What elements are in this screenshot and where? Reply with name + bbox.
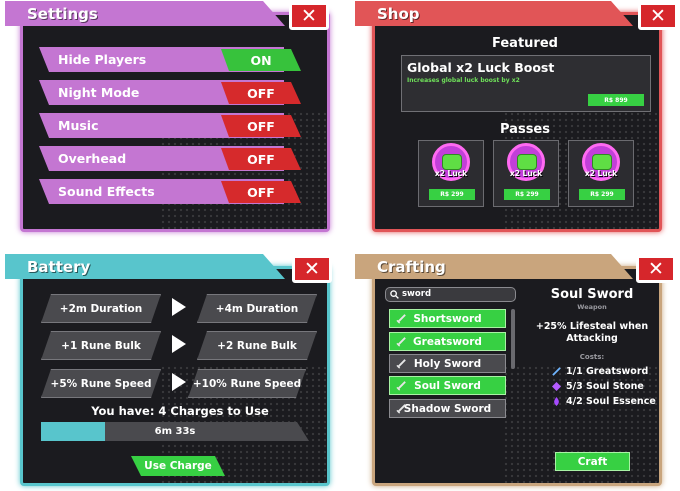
cost-row: 5/3 Soul Stone [552,381,644,392]
battery-title: Battery [27,257,91,276]
craft-button[interactable]: Craft [555,452,630,471]
cost-row: 1/1 Greatsword [552,366,648,377]
pass-name: x2 Luck [584,169,618,178]
crafting-search-box[interactable]: sword [385,287,516,302]
crafting-close-button[interactable]: ✕ [636,255,676,283]
upgrade-current: +5% Rune Speed [41,369,161,398]
upgrade-current: +1 Rune Bulk [41,331,161,360]
pass-card[interactable]: x2 Luck R$ 299 [568,140,634,207]
pass-buy-button[interactable]: R$ 299 [579,189,625,200]
sword-icon [396,337,406,347]
shop-title-bar: Shop [355,1,633,26]
settings-title: Settings [27,4,98,23]
charge-timer-text: 6m 33s [154,426,196,437]
pass-card[interactable]: x2 Luck R$ 299 [418,140,484,207]
pass-buy-button[interactable]: R$ 299 [504,189,550,200]
close-icon: ✕ [650,5,666,27]
settings-close-button[interactable]: ✕ [289,2,329,30]
crafting-list-scrollbar[interactable] [511,309,515,369]
arrow-right-icon [172,298,186,316]
pass-buy-button[interactable]: R$ 299 [429,189,475,200]
hide-players-toggle[interactable]: ON [221,49,301,71]
passes-heading: Passes [500,122,550,137]
featured-description: Increases global luck boost by x2 [407,77,520,84]
craft-item[interactable]: Greatsword [389,332,506,351]
charges-text: You have: 4 Charges to Use [91,404,269,418]
costs-label: Costs: [579,353,605,361]
search-icon [390,290,399,299]
featured-card[interactable]: Global x2 Luck Boost Increases global lu… [401,55,651,112]
craft-item[interactable]: Shadow Sword [389,399,506,418]
upgrade-current: +2m Duration [41,294,161,323]
craft-item[interactable]: Shortsword [389,309,506,328]
setting-label: Night Mode [58,85,140,100]
selected-item-description: +25% Lifesteal when Attacking [535,321,649,344]
sword-icon [396,381,406,391]
sword-icon [552,367,561,376]
sword-icon [396,314,406,324]
sword-icon [396,404,406,414]
craft-item[interactable]: Soul Sword [389,376,506,395]
close-icon: ✕ [304,258,320,280]
pass-card[interactable]: x2 Luck R$ 299 [493,140,559,207]
arrow-right-icon [172,373,186,391]
close-icon: ✕ [301,5,317,27]
page: { "colors": { "settings_accent": "#c476d… [0,0,680,491]
battery-close-button[interactable]: ✕ [292,255,332,283]
featured-buy-button[interactable]: R$ 899 [588,94,644,106]
cost-row: 4/2 Soul Essence [552,396,656,407]
crafting-search-input[interactable]: sword [402,289,431,299]
soul-stone-icon [552,382,561,391]
sword-icon [396,359,406,369]
featured-name: Global x2 Luck Boost [407,60,555,75]
upgrade-next: +4m Duration [197,294,317,323]
craft-item[interactable]: Holy Sword [389,354,506,373]
night-mode-toggle[interactable]: OFF [221,82,301,104]
soul-essence-icon [554,397,559,406]
selected-item-name: Soul Sword [550,287,634,302]
charge-timer-bar: 6m 33s [41,422,309,441]
battery-title-bar: Battery [5,254,285,279]
shop-title: Shop [377,4,420,23]
setting-label: Overhead [58,151,127,166]
close-icon: ✕ [648,258,664,280]
settings-title-bar: Settings [5,1,285,26]
setting-label: Sound Effects [58,184,155,199]
arrow-right-icon [172,335,186,353]
pass-name: x2 Luck [434,169,468,178]
crafting-title-bar: Crafting [355,254,633,279]
upgrade-next: +2 Rune Bulk [197,331,317,360]
setting-label: Hide Players [58,52,147,67]
music-toggle[interactable]: OFF [221,115,301,137]
featured-heading: Featured [492,36,558,51]
selected-item-type: Weapon [577,303,607,311]
use-charge-button[interactable]: Use Charge [131,456,225,476]
sound-effects-toggle[interactable]: OFF [221,181,301,203]
setting-label: Music [58,118,99,133]
pass-name: x2 Luck [509,169,543,178]
shop-close-button[interactable]: ✕ [638,2,678,30]
upgrade-next: +10% Rune Speed [188,369,306,398]
overhead-toggle[interactable]: OFF [221,148,301,170]
crafting-title: Crafting [377,257,446,276]
